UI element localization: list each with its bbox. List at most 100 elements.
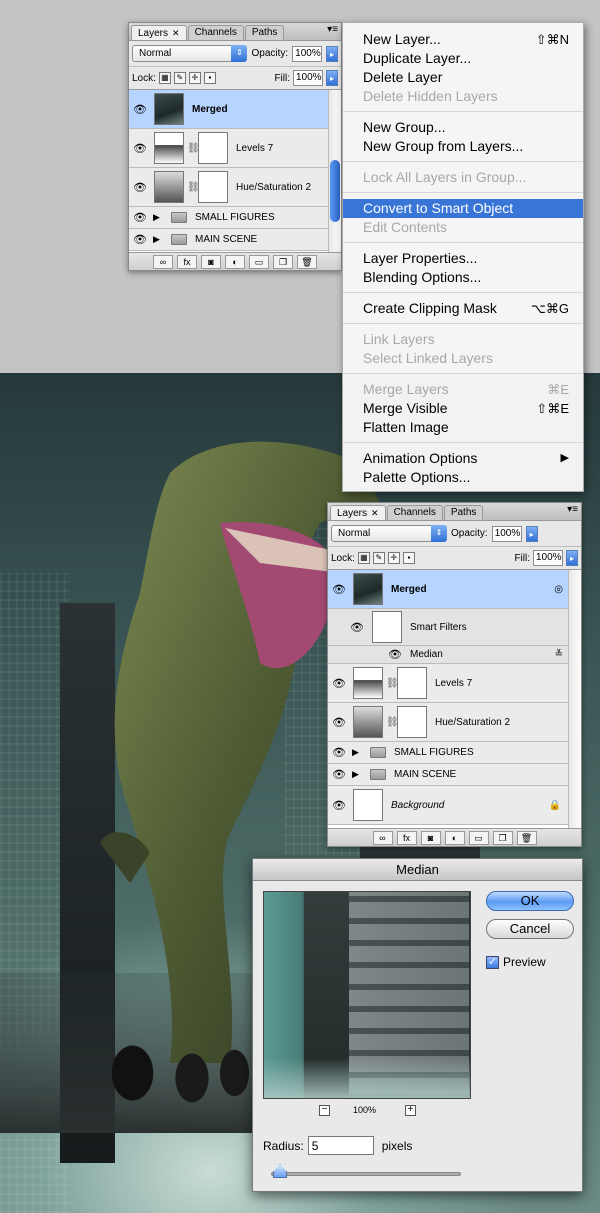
slider-thumb[interactable] xyxy=(273,1164,287,1178)
tab-channels[interactable]: Channels xyxy=(386,505,443,520)
menu-item-animation-options[interactable]: Animation Options ▶ xyxy=(343,449,583,468)
lock-paint-icon[interactable]: ✎ xyxy=(173,72,186,84)
eye-icon[interactable]: 👁 xyxy=(328,768,350,781)
group-row[interactable]: 👁 ▶ SMALL FIGURES xyxy=(328,742,581,764)
zoom-in-icon[interactable]: + xyxy=(405,1105,416,1116)
cancel-button[interactable]: Cancel xyxy=(486,919,574,939)
eye-icon[interactable]: 👁 xyxy=(328,716,350,729)
blend-mode-select[interactable]: Normal ⇕ xyxy=(132,45,248,62)
layer-row[interactable]: 👁 ⛓ Hue/Saturation 2 xyxy=(129,168,341,207)
folder-icon[interactable]: ▭ xyxy=(249,254,269,269)
blending-options-icon[interactable]: ≚ xyxy=(555,649,563,660)
menu-item-delete-layer[interactable]: Delete Layer xyxy=(343,68,583,87)
group-row[interactable]: 👁 ▶ MAIN SCENE xyxy=(129,229,341,251)
opacity-input[interactable]: 100% xyxy=(491,525,522,542)
disclosure-triangle-icon[interactable]: ▶ xyxy=(153,212,167,223)
scrollbar-thumb[interactable] xyxy=(330,160,340,222)
lock-paint-icon[interactable]: ✎ xyxy=(372,552,385,564)
eye-icon[interactable]: 👁 xyxy=(328,677,350,690)
eye-icon[interactable]: 👁 xyxy=(328,746,350,759)
eye-icon[interactable]: 👁 xyxy=(129,142,151,155)
lock-move-icon[interactable]: ✛ xyxy=(188,72,201,84)
layer-row[interactable]: 👁 Merged xyxy=(129,90,341,129)
opacity-input[interactable]: 100% xyxy=(292,45,323,62)
menu-item-new-group-from-layers[interactable]: New Group from Layers... xyxy=(343,137,583,156)
menu-item-new-group[interactable]: New Group... xyxy=(343,118,583,137)
layer-row[interactable]: 👁 Merged ◎ xyxy=(328,570,581,609)
filter-preview[interactable] xyxy=(263,891,471,1099)
lock-all-icon[interactable]: ▪ xyxy=(203,72,216,84)
scrollbar[interactable] xyxy=(328,90,341,252)
median-filter-row[interactable]: 👁 Median ≚ xyxy=(328,646,581,664)
checkmark-icon[interactable]: ✓ xyxy=(486,955,499,969)
disclosure-triangle-icon[interactable]: ▶ xyxy=(153,234,167,245)
blend-mode-select[interactable]: Normal ⇕ xyxy=(331,525,447,542)
preview-checkbox[interactable]: ✓ Preview xyxy=(486,955,546,969)
zoom-out-icon[interactable]: − xyxy=(319,1105,330,1116)
lock-transparent-icon[interactable]: ▦ xyxy=(158,72,171,84)
tab-paths[interactable]: Paths xyxy=(443,505,484,520)
fx-icon[interactable]: fx xyxy=(177,254,197,269)
lock-all-icon[interactable]: ▪ xyxy=(402,552,415,564)
menu-item-merge-visible[interactable]: Merge Visible ⇧⌘E xyxy=(343,399,583,418)
menu-item-layer-properties[interactable]: Layer Properties... xyxy=(343,249,583,268)
adjustment-icon[interactable]: ◐ xyxy=(444,830,465,845)
panel-menu-icon[interactable]: ▾≡ xyxy=(327,24,338,35)
opacity-arrow-icon[interactable]: ▸ xyxy=(326,45,338,62)
fill-input[interactable]: 100% xyxy=(533,550,563,566)
eye-icon[interactable]: 👁 xyxy=(328,583,350,596)
menu-item-create-clipping-mask[interactable]: Create Clipping Mask ⌥⌘G xyxy=(343,299,583,318)
fill-input[interactable]: 100% xyxy=(293,70,323,86)
tab-channels[interactable]: Channels xyxy=(187,25,244,40)
tab-layers[interactable]: Layers ✕ xyxy=(131,25,187,40)
adjustment-icon[interactable]: ◐ xyxy=(225,254,245,269)
eye-icon[interactable]: 👁 xyxy=(129,233,151,246)
ok-button[interactable]: OK xyxy=(486,891,574,911)
group-row[interactable]: 👁 ▶ SMALL FIGURES xyxy=(129,207,341,229)
close-icon[interactable]: ✕ xyxy=(172,28,180,38)
menu-item-palette-options[interactable]: Palette Options... xyxy=(343,468,583,487)
menu-item-duplicate-layer[interactable]: Duplicate Layer... xyxy=(343,49,583,68)
layer-row[interactable]: 👁 Background 🔒 xyxy=(328,786,581,825)
panel-menu-icon[interactable]: ▾≡ xyxy=(567,504,578,515)
disclosure-triangle-icon[interactable]: ▶ xyxy=(352,747,366,758)
layer-row[interactable]: 👁 ⛓ Levels 7 xyxy=(328,664,581,703)
layer-row[interactable]: 👁 ⛓ Hue/Saturation 2 xyxy=(328,703,581,742)
disclosure-triangle-icon[interactable]: ▶ xyxy=(352,769,366,780)
opacity-arrow-icon[interactable]: ▸ xyxy=(525,525,538,542)
fill-arrow-icon[interactable]: ▸ xyxy=(326,70,338,86)
fill-arrow-icon[interactable]: ▸ xyxy=(566,550,578,566)
radius-input[interactable] xyxy=(307,1136,374,1155)
menu-item-new-layer[interactable]: New Layer... ⇧⌘N xyxy=(343,30,583,49)
trash-icon[interactable]: 🗑 xyxy=(297,254,317,269)
new-layer-icon[interactable]: ❐ xyxy=(273,254,293,269)
mask-icon[interactable]: ◙ xyxy=(420,830,441,845)
lock-transparent-icon[interactable]: ▦ xyxy=(357,552,370,564)
chain-icon[interactable]: ⛓ xyxy=(187,182,200,193)
link-icon[interactable]: ∞ xyxy=(372,830,393,845)
tab-paths[interactable]: Paths xyxy=(244,25,285,40)
eye-icon[interactable]: 👁 xyxy=(129,103,151,116)
eye-icon[interactable]: 👁 xyxy=(346,621,368,634)
mask-icon[interactable]: ◙ xyxy=(201,254,221,269)
trash-icon[interactable]: 🗑 xyxy=(516,830,537,845)
scrollbar[interactable] xyxy=(568,570,581,828)
link-icon[interactable]: ∞ xyxy=(153,254,173,269)
tab-layers[interactable]: Layers ✕ xyxy=(330,505,386,520)
menu-item-flatten-image[interactable]: Flatten Image xyxy=(343,418,583,437)
chain-icon[interactable]: ⛓ xyxy=(386,678,399,689)
eye-icon[interactable]: 👁 xyxy=(129,211,151,224)
eye-icon[interactable]: 👁 xyxy=(328,799,350,812)
menu-item-blending-options[interactable]: Blending Options... xyxy=(343,268,583,287)
chain-icon[interactable]: ⛓ xyxy=(187,143,200,154)
close-icon[interactable]: ✕ xyxy=(371,508,379,518)
smart-filters-row[interactable]: 👁 Smart Filters xyxy=(328,609,581,646)
eye-icon[interactable]: 👁 xyxy=(129,181,151,194)
fx-icon[interactable]: fx xyxy=(396,830,417,845)
radius-slider[interactable] xyxy=(271,1172,461,1176)
folder-icon[interactable]: ▭ xyxy=(468,830,489,845)
eye-icon[interactable]: 👁 xyxy=(384,648,406,661)
chain-icon[interactable]: ⛓ xyxy=(386,717,399,728)
new-layer-icon[interactable]: ❐ xyxy=(492,830,513,845)
menu-item-convert-to-smart-object[interactable]: Convert to Smart Object xyxy=(343,199,583,218)
